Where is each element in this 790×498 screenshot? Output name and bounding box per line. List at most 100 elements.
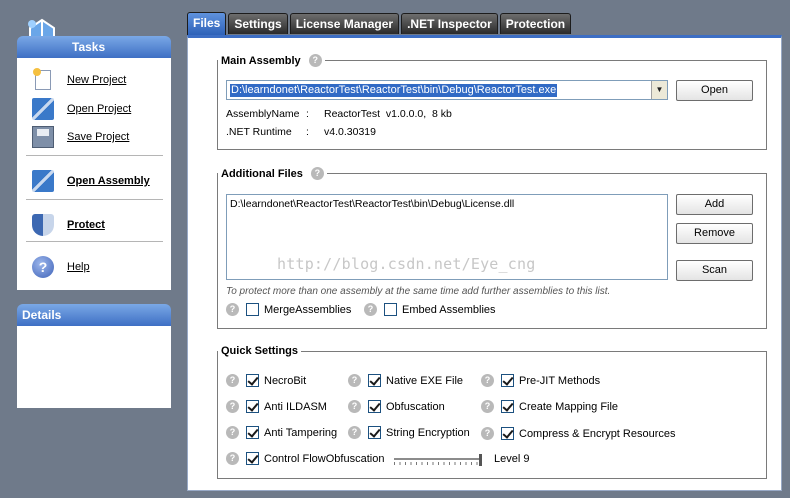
slider-track xyxy=(394,458,482,460)
string-encryption-help-icon[interactable]: ? xyxy=(348,426,361,439)
quick-settings-group: Quick Settings ? NecroBit ? Native EXE F… xyxy=(217,345,767,479)
chevron-down-icon[interactable]: ▼ xyxy=(651,81,667,99)
mapping-file-option[interactable]: ? Create Mapping File xyxy=(481,400,618,413)
quick-settings-title: Quick Settings xyxy=(221,345,299,357)
tab-license-manager[interactable]: License Manager xyxy=(289,13,400,34)
task-help[interactable]: ? Help xyxy=(32,256,90,278)
scan-button[interactable]: Scan xyxy=(676,260,753,281)
additional-files-title: Additional Files xyxy=(221,167,303,180)
details-panel xyxy=(17,326,171,408)
new-project-icon xyxy=(33,68,51,90)
anti-ildasm-help-icon[interactable]: ? xyxy=(226,400,239,413)
mapping-file-help-icon[interactable]: ? xyxy=(481,400,494,413)
main-assembly-help-icon[interactable]: ? xyxy=(308,54,322,67)
pre-jit-label: Pre-JIT Methods xyxy=(519,374,601,387)
tab-net-inspector[interactable]: .NET Inspector xyxy=(401,13,498,34)
embed-assemblies-checkbox[interactable] xyxy=(384,303,397,316)
anti-tampering-help-icon[interactable]: ? xyxy=(226,426,239,439)
control-flow-help-icon[interactable]: ? xyxy=(226,452,239,465)
embed-assemblies-help-icon[interactable]: ? xyxy=(364,303,377,316)
task-save-project-label[interactable]: Save Project xyxy=(67,131,129,143)
list-item[interactable]: D:\learndonet\ReactorTest\ReactorTest\bi… xyxy=(230,198,514,210)
anti-ildasm-checkbox[interactable] xyxy=(246,400,259,413)
obfuscation-checkbox[interactable] xyxy=(368,400,381,413)
remove-button[interactable]: Remove xyxy=(676,223,753,244)
main-assembly-path-value: D:\learndonet\ReactorTest\ReactorTest\bi… xyxy=(230,84,558,97)
merge-assemblies-option[interactable]: ? MergeAssemblies xyxy=(226,303,351,316)
native-exe-help-icon[interactable]: ? xyxy=(348,374,361,387)
main-assembly-path-combo[interactable]: D:\learndonet\ReactorTest\ReactorTest\bi… xyxy=(226,80,668,100)
merge-assemblies-label: MergeAssemblies xyxy=(264,303,352,316)
runtime-value: v4.0.30319 xyxy=(324,126,376,138)
assembly-name-separator: : xyxy=(306,108,309,120)
additional-files-list[interactable]: D:\learndonet\ReactorTest\ReactorTest\bi… xyxy=(226,194,668,280)
embed-assemblies-option[interactable]: ? Embed Assemblies xyxy=(364,303,496,316)
merge-assemblies-checkbox[interactable] xyxy=(246,303,259,316)
obfuscation-option[interactable]: ? Obfuscation xyxy=(348,400,445,413)
open-assembly-icon xyxy=(32,170,54,192)
obfuscation-level-slider[interactable] xyxy=(394,454,484,466)
native-exe-checkbox[interactable] xyxy=(368,374,381,387)
embed-assemblies-label: Embed Assemblies xyxy=(402,303,496,316)
main-assembly-legend: Main Assembly ? xyxy=(218,54,325,67)
task-help-label[interactable]: Help xyxy=(67,261,90,273)
runtime-separator: : xyxy=(306,126,309,138)
string-encryption-checkbox[interactable] xyxy=(368,426,381,439)
task-protect[interactable]: Protect xyxy=(32,214,105,236)
tab-settings[interactable]: Settings xyxy=(228,13,288,34)
anti-ildasm-option[interactable]: ? Anti ILDASM xyxy=(226,400,327,413)
quick-settings-legend: Quick Settings xyxy=(218,345,301,357)
task-open-project-label[interactable]: Open Project xyxy=(67,103,131,115)
anti-tampering-option[interactable]: ? Anti Tampering xyxy=(226,426,337,439)
control-flow-option[interactable]: ? Control FlowObfuscation xyxy=(226,452,384,465)
task-save-project[interactable]: Save Project xyxy=(32,126,129,148)
additional-files-legend: Additional Files ? xyxy=(218,167,327,180)
slider-thumb[interactable] xyxy=(479,454,482,466)
additional-files-help-icon[interactable]: ? xyxy=(310,167,324,180)
task-open-project[interactable]: Open Project xyxy=(32,98,131,120)
watermark-text: http://blog.csdn.net/Eye_cng xyxy=(277,255,536,273)
task-new-project[interactable]: New Project xyxy=(32,68,126,90)
task-protect-label[interactable]: Protect xyxy=(67,219,105,231)
necrobit-checkbox[interactable] xyxy=(246,374,259,387)
tab-protection[interactable]: Protection xyxy=(499,13,572,34)
tab-strip: Files Settings License Manager .NET Insp… xyxy=(187,12,573,35)
additional-files-hint: To protect more than one assembly at the… xyxy=(226,286,611,297)
compress-resources-option[interactable]: ? Compress & Encrypt Resources xyxy=(481,427,676,440)
details-panel-header[interactable]: Details xyxy=(17,304,171,326)
slider-ticks xyxy=(394,462,482,465)
pre-jit-help-icon[interactable]: ? xyxy=(481,374,494,387)
necrobit-help-icon[interactable]: ? xyxy=(226,374,239,387)
task-open-assembly[interactable]: Open Assembly xyxy=(32,170,150,192)
compress-resources-label: Compress & Encrypt Resources xyxy=(519,427,676,440)
compress-resources-help-icon[interactable]: ? xyxy=(481,427,494,440)
task-open-assembly-label[interactable]: Open Assembly xyxy=(67,175,150,187)
task-divider xyxy=(26,241,163,242)
merge-assemblies-help-icon[interactable]: ? xyxy=(226,303,239,316)
necrobit-label: NecroBit xyxy=(264,374,307,387)
tasks-panel-header[interactable]: Tasks xyxy=(17,36,171,58)
compress-resources-checkbox[interactable] xyxy=(501,427,514,440)
anti-tampering-checkbox[interactable] xyxy=(246,426,259,439)
task-new-project-label[interactable]: New Project xyxy=(67,74,126,86)
mapping-file-checkbox[interactable] xyxy=(501,400,514,413)
control-flow-checkbox[interactable] xyxy=(246,452,259,465)
native-exe-label: Native EXE File xyxy=(386,374,464,387)
pre-jit-checkbox[interactable] xyxy=(501,374,514,387)
runtime-label: .NET Runtime xyxy=(226,126,292,138)
tasks-panel-title: Tasks xyxy=(72,40,106,54)
task-divider xyxy=(26,199,163,200)
open-button[interactable]: Open xyxy=(676,80,753,101)
string-encryption-option[interactable]: ? String Encryption xyxy=(348,426,470,439)
add-button[interactable]: Add xyxy=(676,194,753,215)
string-encryption-label: String Encryption xyxy=(386,426,470,439)
necrobit-option[interactable]: ? NecroBit xyxy=(226,374,306,387)
obfuscation-help-icon[interactable]: ? xyxy=(348,400,361,413)
main-assembly-title: Main Assembly xyxy=(221,54,301,67)
open-project-icon xyxy=(32,98,54,120)
mapping-file-label: Create Mapping File xyxy=(519,400,619,413)
tab-files[interactable]: Files xyxy=(187,12,227,35)
native-exe-option[interactable]: ? Native EXE File xyxy=(348,374,463,387)
pre-jit-option[interactable]: ? Pre-JIT Methods xyxy=(481,374,600,387)
additional-files-group: Additional Files ? D:\learndonet\Reactor… xyxy=(217,167,767,329)
